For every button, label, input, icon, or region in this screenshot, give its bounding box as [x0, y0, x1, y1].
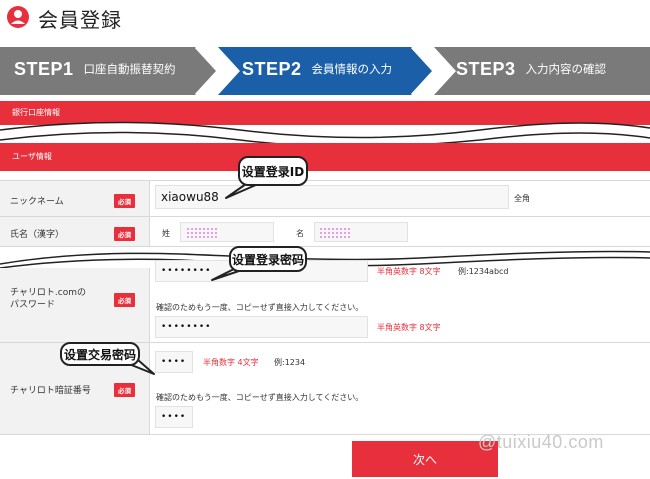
watermark: @tuixiu40.com [478, 432, 604, 452]
next-button[interactable]: 次へ [352, 441, 498, 477]
callout-login-password: 设置登录密码 [229, 246, 307, 272]
callout-login-id: 设置登录ID [238, 156, 308, 186]
callout-trade-password: 设置交易密码 [60, 342, 140, 366]
callout-pointers [123, 183, 259, 375]
